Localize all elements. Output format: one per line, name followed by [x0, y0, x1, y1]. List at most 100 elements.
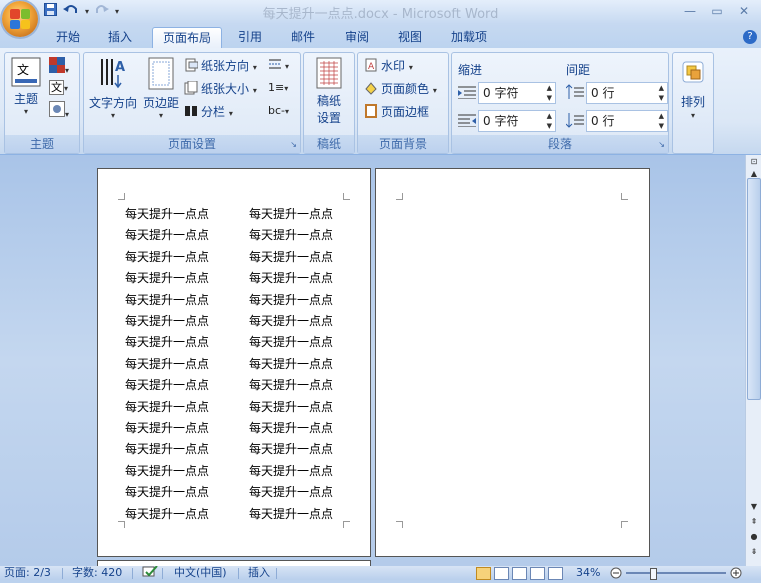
- insert-mode[interactable]: 插入: [248, 566, 270, 580]
- draft-view-icon[interactable]: [548, 567, 563, 580]
- outline-view-icon[interactable]: [530, 567, 545, 580]
- themes-button[interactable]: 文 主题 ▾: [7, 57, 45, 116]
- tab-mailings[interactable]: 邮件: [283, 27, 323, 48]
- draft-label-1: 稿纸: [316, 94, 341, 108]
- margin-corner: [118, 193, 125, 200]
- text-line: 每天提升一点点: [125, 485, 210, 500]
- columns-icon: [185, 106, 197, 116]
- text-line: 每天提升一点点: [125, 399, 210, 414]
- line-numbers-button[interactable]: 1≡▾: [268, 80, 288, 94]
- spinner-arrows-icon[interactable]: ▲ ▼: [547, 111, 552, 131]
- text-line: 每天提升一点点: [249, 485, 334, 500]
- scroll-down-icon[interactable]: ▼: [747, 502, 761, 511]
- paper-size-button[interactable]: 纸张大小 ▾: [184, 80, 257, 97]
- help-icon[interactable]: ?: [743, 30, 757, 44]
- dialog-launcher-icon[interactable]: ↘: [658, 140, 665, 149]
- theme-effects-icon: [49, 101, 65, 117]
- zoom-in-icon[interactable]: [730, 567, 742, 583]
- tab-page-layout[interactable]: 页面布局: [152, 27, 222, 49]
- breaks-icon: [269, 59, 281, 69]
- indent-right-icon: [458, 114, 476, 127]
- margins-button[interactable]: 页边距 ▾: [140, 57, 182, 120]
- divider: [62, 568, 63, 579]
- group-themes-label: 主题: [5, 135, 79, 153]
- scroll-up-icon[interactable]: ▲: [747, 169, 761, 178]
- margins-label: 页边距: [142, 96, 179, 110]
- spinner-arrows-icon[interactable]: ▲ ▼: [547, 83, 552, 103]
- columns-button[interactable]: 分栏 ▾: [184, 103, 233, 120]
- arrange-icon: [682, 61, 704, 83]
- theme-colors-icon: [49, 57, 65, 73]
- divider: [162, 568, 163, 579]
- zoom-out-icon[interactable]: [610, 567, 622, 583]
- text-line: 每天提升一点点: [125, 442, 210, 457]
- tab-home[interactable]: 开始: [48, 27, 88, 48]
- page-1[interactable]: 每天提升一点点 每天提升一点点 每天提升一点点 每天提升一点点 每天提升一点点 每天提升一…: [97, 168, 371, 557]
- tab-review[interactable]: 审阅: [337, 27, 377, 48]
- zoom-level[interactable]: 34%: [576, 566, 600, 580]
- language-indicator[interactable]: 中文(中国): [174, 566, 227, 580]
- full-screen-reading-icon[interactable]: [494, 567, 509, 580]
- watermark-icon: A: [365, 58, 377, 72]
- orientation-button[interactable]: 纸张方向 ▾: [184, 57, 257, 74]
- page-count[interactable]: 页面: 2/3: [4, 566, 51, 580]
- group-page-setup-label: 页面设置: [84, 135, 300, 153]
- page-border-button[interactable]: 页面边框: [364, 103, 429, 120]
- theme-fonts-button[interactable]: 文 ▾: [49, 79, 68, 95]
- spinner-arrows-icon[interactable]: ▲ ▼: [659, 111, 664, 131]
- spacing-before-field[interactable]: 0 行 ▲ ▼: [586, 82, 668, 104]
- paper-size-icon: [184, 81, 198, 95]
- tab-view[interactable]: 视图: [390, 27, 430, 48]
- word-count[interactable]: 字数: 420: [72, 566, 122, 580]
- draft-settings-button[interactable]: 稿纸 设置: [308, 57, 350, 126]
- spacing-after-icon: [566, 113, 584, 128]
- indent-left-value: 0 字符: [483, 86, 519, 100]
- previous-page-icon[interactable]: ⇞: [747, 517, 761, 526]
- watermark-button[interactable]: A 水印 ▾: [364, 57, 413, 74]
- minimize-button[interactable]: —: [677, 2, 703, 20]
- spacing-before-icon: [566, 84, 584, 99]
- dialog-launcher-icon[interactable]: ↘: [290, 140, 297, 149]
- spacing-after-field[interactable]: 0 行 ▲ ▼: [586, 110, 668, 132]
- ruler-toggle-icon[interactable]: ⊡: [747, 157, 761, 166]
- text-line: 每天提升一点点: [249, 356, 334, 371]
- text-line: 每天提升一点点: [249, 228, 334, 243]
- page-2[interactable]: [375, 168, 650, 557]
- watermark-label: 水印: [381, 59, 406, 73]
- theme-colors-button[interactable]: ▾: [49, 57, 69, 76]
- group-draft-label: 稿纸: [304, 135, 354, 153]
- indent-left-field[interactable]: 0 字符 ▲ ▼: [478, 82, 556, 104]
- scrollbar-thumb[interactable]: [747, 178, 761, 400]
- spinner-arrows-icon[interactable]: ▲ ▼: [659, 83, 664, 103]
- indent-right-value: 0 字符: [483, 114, 519, 128]
- indent-right-field[interactable]: 0 字符 ▲ ▼: [478, 110, 556, 132]
- breaks-button[interactable]: ▾: [268, 57, 289, 72]
- text-direction-button[interactable]: A 文字方向 ▾: [86, 57, 140, 120]
- margin-corner: [343, 521, 350, 528]
- document-area[interactable]: 每天提升一点点 每天提升一点点 每天提升一点点 每天提升一点点 每天提升一点点 每天提升一…: [0, 155, 745, 571]
- close-button[interactable]: ✕: [731, 2, 757, 20]
- next-page-icon[interactable]: ⇟: [747, 547, 761, 556]
- margin-corner: [396, 521, 403, 528]
- zoom-slider-thumb[interactable]: [650, 568, 657, 580]
- status-bar: 页面: 2/3 字数: 420 中文(中国) 插入 34%: [0, 565, 761, 583]
- zoom-slider-track[interactable]: [626, 572, 726, 574]
- tab-insert[interactable]: 插入: [100, 27, 140, 48]
- draft-label-2: 设置: [316, 111, 341, 125]
- text-direction-label: 文字方向: [88, 96, 137, 110]
- arrange-button[interactable]: 排列 ▾: [672, 52, 714, 154]
- text-line: 每天提升一点点: [249, 378, 334, 393]
- restore-button[interactable]: ▭: [704, 2, 730, 20]
- theme-effects-button[interactable]: ▾: [49, 101, 69, 120]
- web-layout-icon[interactable]: [512, 567, 527, 580]
- tab-addins[interactable]: 加载项: [444, 27, 494, 48]
- page-color-button[interactable]: 页面颜色 ▾: [364, 80, 437, 97]
- text-line: 每天提升一点点: [125, 356, 210, 371]
- tab-references[interactable]: 引用: [230, 27, 270, 48]
- arrange-label: 排列: [680, 95, 705, 109]
- select-browse-object-icon[interactable]: ●: [747, 532, 761, 541]
- hyphenation-button[interactable]: bc-▾: [268, 103, 289, 117]
- office-button[interactable]: [2, 1, 38, 37]
- print-layout-view-icon[interactable]: [476, 567, 491, 580]
- spacing-heading: 间距: [566, 63, 591, 77]
